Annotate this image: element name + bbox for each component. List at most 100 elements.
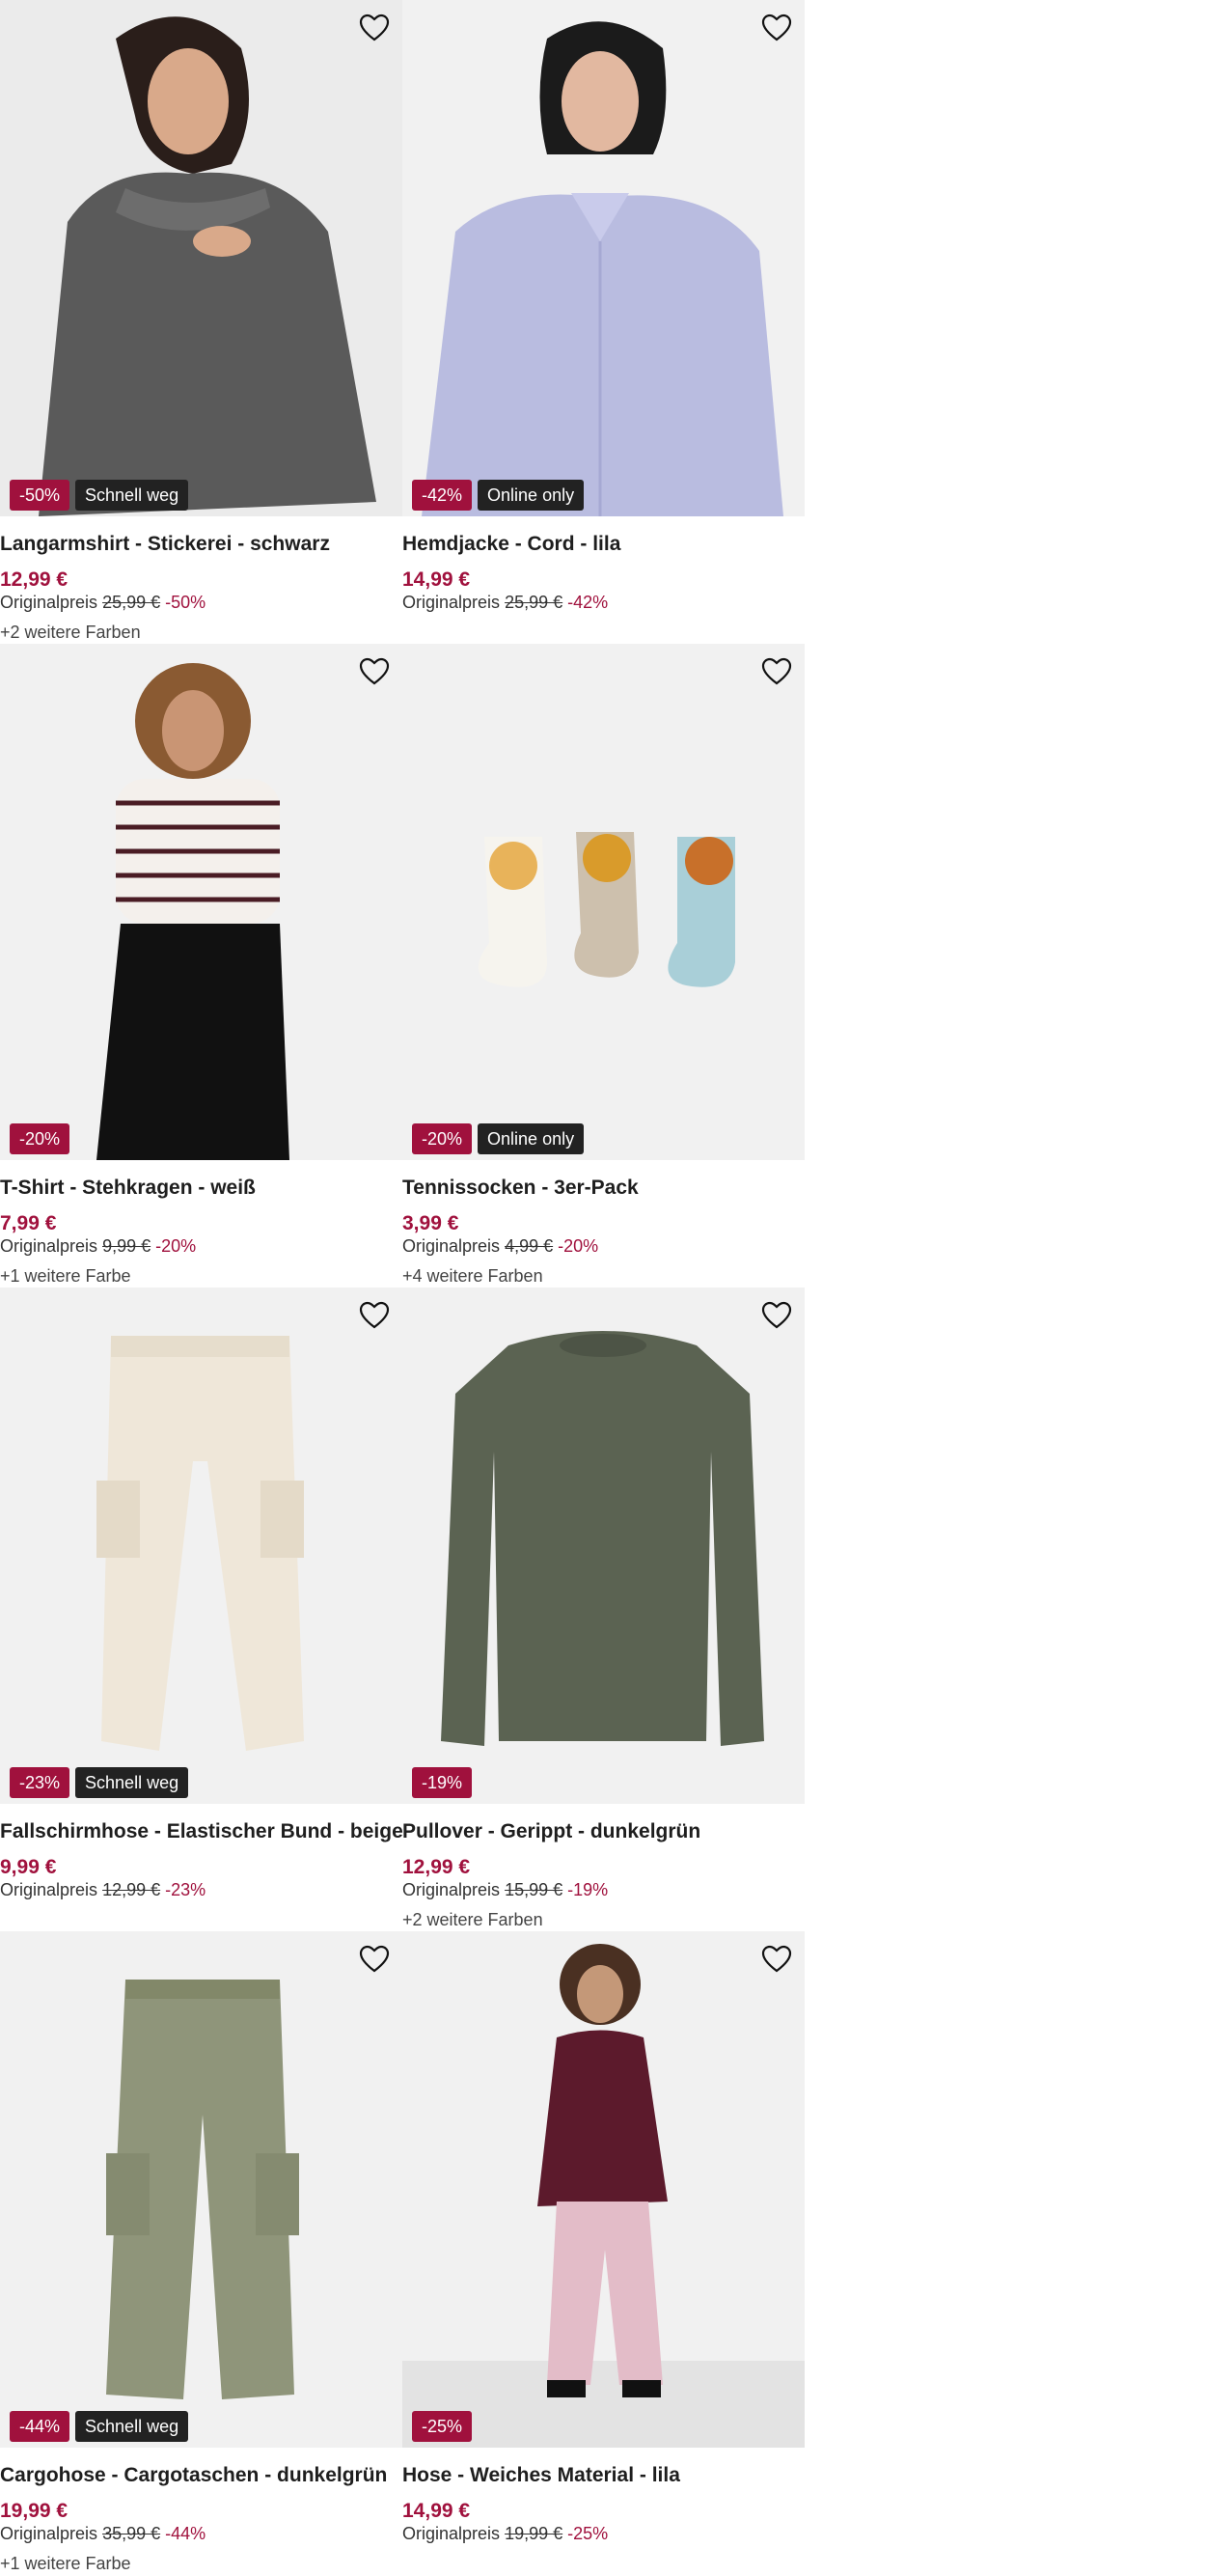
product-name[interactable]: Pullover - Gerippt - dunkelgrün bbox=[402, 1820, 700, 1843]
product-price: 14,99 € bbox=[402, 568, 471, 591]
heart-outline-icon bbox=[761, 1301, 792, 1329]
original-price: 12,99 € bbox=[102, 1880, 161, 1899]
more-colors-link[interactable]: +1 weitere Farbe bbox=[0, 1266, 131, 1287]
product-card[interactable]: -19% Pullover - Gerippt - dunkelgrün 12,… bbox=[402, 1288, 805, 1931]
product-price: 12,99 € bbox=[0, 568, 69, 591]
product-price: 7,99 € bbox=[0, 1212, 57, 1234]
product-name[interactable]: Hose - Weiches Material - lila bbox=[402, 2464, 680, 2487]
original-price: 19,99 € bbox=[505, 2524, 563, 2543]
heart-outline-icon bbox=[359, 14, 390, 42]
product-image[interactable] bbox=[402, 1288, 805, 1804]
discount-percent: -19% bbox=[567, 1880, 609, 1899]
heart-outline-icon bbox=[761, 14, 792, 42]
discount-percent: -44% bbox=[165, 2524, 206, 2543]
favorite-button[interactable] bbox=[358, 1299, 391, 1332]
heart-outline-icon bbox=[359, 1301, 390, 1329]
product-image[interactable] bbox=[0, 1931, 402, 2448]
original-price: 15,99 € bbox=[505, 1880, 563, 1899]
favorite-button[interactable] bbox=[760, 1299, 793, 1332]
discount-percent: -50% bbox=[165, 593, 206, 612]
original-price-label: Originalpreis bbox=[402, 2524, 501, 2543]
product-image[interactable] bbox=[402, 644, 805, 1160]
heart-outline-icon bbox=[359, 657, 390, 685]
original-price-line: Originalpreis 25,99 € -42% bbox=[402, 593, 608, 613]
discount-percent: -25% bbox=[567, 2524, 609, 2543]
discount-badge: -42% bbox=[412, 480, 473, 511]
discount-badge: -19% bbox=[412, 1767, 473, 1798]
tag-badge: Online only bbox=[478, 1123, 585, 1154]
favorite-button[interactable] bbox=[760, 12, 793, 44]
product-card[interactable]: -44% Schnell weg Cargohose - Cargotasche… bbox=[0, 1931, 402, 2575]
original-price-label: Originalpreis bbox=[0, 1880, 98, 1899]
original-price-line: Originalpreis 12,99 € -23% bbox=[0, 1880, 206, 1900]
product-name[interactable]: Fallschirmhose - Elastischer Bund - beig… bbox=[0, 1820, 403, 1843]
original-price-line: Originalpreis 25,99 € -50% bbox=[0, 593, 206, 613]
product-name[interactable]: T-Shirt - Stehkragen - weiß bbox=[0, 1177, 256, 1200]
more-colors-link[interactable]: +4 weitere Farben bbox=[402, 1266, 543, 1287]
product-name[interactable]: Cargohose - Cargotaschen - dunkelgrün bbox=[0, 2464, 387, 2487]
favorite-button[interactable] bbox=[760, 1943, 793, 1976]
more-colors-link[interactable]: +2 weitere Farben bbox=[402, 1910, 543, 1930]
product-price: 14,99 € bbox=[402, 2500, 471, 2522]
discount-badge: -50% bbox=[10, 480, 70, 511]
product-image[interactable] bbox=[402, 0, 805, 516]
product-photo bbox=[0, 1931, 402, 2448]
discount-badge: -20% bbox=[10, 1123, 70, 1154]
favorite-button[interactable] bbox=[358, 12, 391, 44]
badge-group: -50% Schnell weg bbox=[10, 480, 189, 511]
original-price: 4,99 € bbox=[505, 1236, 554, 1256]
product-photo bbox=[402, 0, 805, 516]
discount-badge: -44% bbox=[10, 2411, 70, 2442]
badge-group: -20% Online only bbox=[412, 1123, 585, 1154]
product-price: 3,99 € bbox=[402, 1212, 459, 1234]
product-card[interactable]: -23% Schnell weg Fallschirmhose - Elasti… bbox=[0, 1288, 403, 1931]
badge-group: -20% bbox=[10, 1123, 70, 1154]
original-price-line: Originalpreis 9,99 € -20% bbox=[0, 1236, 196, 1257]
favorite-button[interactable] bbox=[760, 655, 793, 688]
discount-percent: -42% bbox=[567, 593, 609, 612]
product-name[interactable]: Langarmshirt - Stickerei - schwarz bbox=[0, 533, 330, 556]
product-photo bbox=[0, 644, 402, 1160]
heart-outline-icon bbox=[761, 1945, 792, 1973]
product-card[interactable]: -25% Hose - Weiches Material - lila 14,9… bbox=[402, 1931, 805, 2575]
original-price: 9,99 € bbox=[102, 1236, 151, 1256]
original-price-label: Originalpreis bbox=[0, 2524, 98, 2543]
favorite-button[interactable] bbox=[358, 1943, 391, 1976]
product-photo bbox=[402, 644, 805, 1160]
original-price-label: Originalpreis bbox=[0, 1236, 98, 1256]
original-price-label: Originalpreis bbox=[402, 1236, 501, 1256]
product-photo bbox=[0, 0, 402, 516]
product-price: 9,99 € bbox=[0, 1856, 57, 1878]
product-card[interactable]: -42% Online only Hemdjacke - Cord - lila… bbox=[402, 0, 805, 644]
original-price-line: Originalpreis 35,99 € -44% bbox=[0, 2524, 206, 2544]
product-image[interactable] bbox=[0, 0, 402, 516]
product-card[interactable]: -50% Schnell weg Langarmshirt - Stickere… bbox=[0, 0, 402, 644]
product-name[interactable]: Hemdjacke - Cord - lila bbox=[402, 533, 620, 556]
original-price-label: Originalpreis bbox=[0, 593, 98, 612]
discount-badge: -20% bbox=[412, 1123, 473, 1154]
original-price: 25,99 € bbox=[505, 593, 563, 612]
heart-outline-icon bbox=[761, 657, 792, 685]
favorite-button[interactable] bbox=[358, 655, 391, 688]
original-price-line: Originalpreis 4,99 € -20% bbox=[402, 1236, 598, 1257]
product-card[interactable]: -20% T-Shirt - Stehkragen - weiß 7,99 € … bbox=[0, 644, 402, 1288]
more-colors-link[interactable]: +1 weitere Farbe bbox=[0, 2554, 131, 2574]
badge-group: -23% Schnell weg bbox=[10, 1767, 189, 1798]
tag-badge: Schnell weg bbox=[75, 1767, 189, 1798]
original-price-line: Originalpreis 19,99 € -25% bbox=[402, 2524, 608, 2544]
badge-group: -19% bbox=[412, 1767, 473, 1798]
badge-group: -25% bbox=[412, 2411, 473, 2442]
product-image[interactable] bbox=[0, 644, 402, 1160]
product-price: 12,99 € bbox=[402, 1856, 471, 1878]
product-photo bbox=[402, 1931, 805, 2448]
product-image[interactable] bbox=[0, 1288, 402, 1804]
product-name[interactable]: Tennissocken - 3er-Pack bbox=[402, 1177, 639, 1200]
discount-percent: -20% bbox=[155, 1236, 197, 1256]
product-photo bbox=[0, 1288, 402, 1804]
tag-badge: Schnell weg bbox=[75, 480, 189, 511]
original-price: 35,99 € bbox=[102, 2524, 161, 2543]
more-colors-link[interactable]: +2 weitere Farben bbox=[0, 623, 141, 643]
product-card[interactable]: -20% Online only Tennissocken - 3er-Pack… bbox=[402, 644, 805, 1288]
product-image[interactable] bbox=[402, 1931, 805, 2448]
original-price: 25,99 € bbox=[102, 593, 161, 612]
